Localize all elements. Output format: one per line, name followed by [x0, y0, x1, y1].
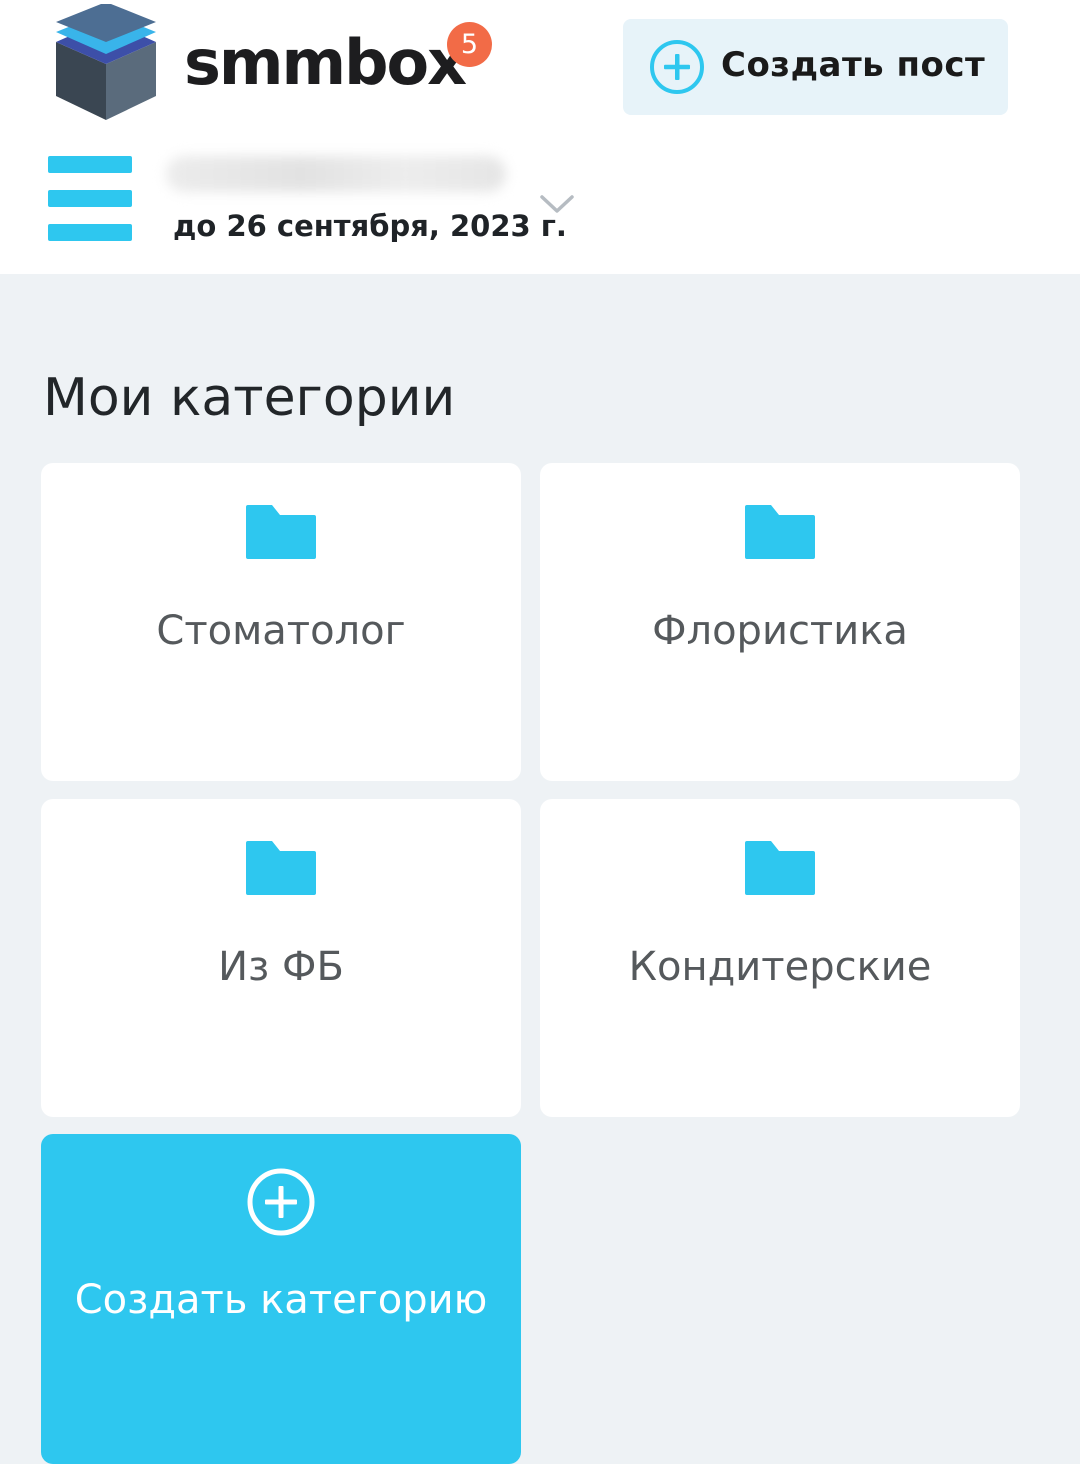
plus-circle-icon	[246, 1167, 316, 1237]
plus-circle-icon	[649, 39, 705, 95]
category-card[interactable]: Из ФБ	[41, 799, 521, 1117]
create-category-button[interactable]: Создать категорию	[41, 1134, 521, 1464]
chevron-down-icon[interactable]	[539, 190, 575, 218]
category-card[interactable]: Кондитерские	[540, 799, 1020, 1117]
category-name: Флористика	[652, 608, 908, 654]
category-card[interactable]: Флористика	[540, 463, 1020, 781]
folder-icon	[246, 841, 316, 895]
folder-icon	[246, 505, 316, 559]
category-name: Стоматолог	[156, 608, 406, 654]
folder-icon	[745, 505, 815, 559]
hamburger-menu-icon[interactable]	[48, 156, 132, 242]
category-name: Из ФБ	[218, 944, 344, 990]
create-category-label: Создать категорию	[74, 1277, 488, 1323]
create-post-button[interactable]: Создать пост	[623, 19, 1008, 115]
account-name-blurred[interactable]	[166, 156, 506, 192]
create-post-label: Создать пост	[721, 45, 986, 85]
notification-badge[interactable]: 5	[447, 22, 492, 67]
page-title: Мои категории	[43, 368, 456, 428]
category-card[interactable]: Стоматолог	[41, 463, 521, 781]
brand-name[interactable]: smmbox	[184, 18, 467, 108]
smmbox-logo-icon[interactable]	[52, 2, 160, 122]
account-expire-date: до 26 сентября, 2023 г.	[173, 209, 567, 243]
folder-icon	[745, 841, 815, 895]
category-name: Кондитерские	[628, 944, 932, 990]
app-header: smmbox 5 Создать пост до 26 сентября, 20…	[0, 0, 1080, 274]
